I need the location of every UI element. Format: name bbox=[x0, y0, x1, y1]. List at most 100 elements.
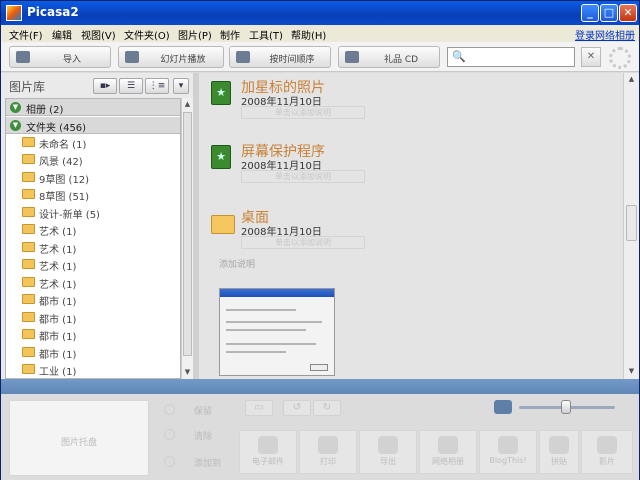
star-album-icon: ★ bbox=[211, 145, 231, 169]
add-description-link[interactable]: 添加说明 bbox=[219, 257, 255, 270]
view-list-button[interactable]: ☰ bbox=[119, 78, 143, 94]
folder-item[interactable]: 都市 (1) bbox=[6, 326, 180, 343]
folder-label: 艺术 (1) bbox=[39, 227, 77, 238]
album-description-field[interactable]: 单击以添加说明 bbox=[241, 170, 365, 183]
library-panel: 图片库 ▪▸ ☰ ⋮≡ ▾ ▼ 相册 (2) ▼ 文件夹 (456) 未命名 (… bbox=[1, 73, 197, 379]
folder-label: 都市 (1) bbox=[39, 350, 77, 361]
menu-folder[interactable]: 文件夹(O) bbox=[124, 27, 170, 42]
folder-item[interactable]: 未命名 (1) bbox=[6, 134, 180, 151]
blogthis-button[interactable]: BlogThis! bbox=[479, 430, 537, 474]
export-button[interactable]: 导出 bbox=[359, 430, 417, 474]
menu-create[interactable]: 制作 bbox=[220, 27, 240, 42]
folder-item[interactable]: 艺术 (1) bbox=[6, 221, 180, 238]
folder-icon bbox=[22, 277, 35, 287]
folder-item[interactable]: 都市 (1) bbox=[6, 309, 180, 326]
movie-icon bbox=[597, 436, 617, 454]
slideshow-button[interactable]: 幻灯片播放 bbox=[118, 46, 224, 68]
add-to-button[interactable]: 添加到 bbox=[156, 452, 230, 472]
search-input[interactable]: 🔍 bbox=[447, 47, 575, 67]
action-label: 拼贴 bbox=[551, 457, 567, 466]
menu-tools[interactable]: 工具(T) bbox=[249, 27, 283, 42]
scroll-down-icon[interactable]: ▼ bbox=[626, 365, 637, 377]
close-button[interactable]: ✕ bbox=[619, 4, 637, 22]
folder-icon bbox=[22, 347, 35, 357]
view-thumbnails-button[interactable]: ▪▸ bbox=[93, 78, 117, 94]
albums-group-label: 相册 (2) bbox=[26, 105, 64, 116]
web-album-button[interactable]: 网络相册 bbox=[419, 430, 477, 474]
bottom-panel: 图片托盘 保留 清除 添加到 ▭ ↺ ↻ 电子邮件 打印 导出 网络相册 Blo… bbox=[1, 394, 639, 480]
folder-item[interactable]: 艺术 (1) bbox=[6, 256, 180, 273]
rotate-left-icon[interactable]: ↺ bbox=[283, 400, 311, 416]
collapse-icon[interactable]: ▼ bbox=[10, 120, 21, 131]
rotate-panel-button[interactable]: ▭ bbox=[245, 400, 273, 416]
folder-item[interactable]: 艺术 (1) bbox=[6, 274, 180, 291]
login-web-albums-link[interactable]: 登录网络相册 bbox=[575, 27, 635, 42]
folder-item[interactable]: 9草图 (12) bbox=[6, 169, 180, 186]
collage-button[interactable]: 拼贴 bbox=[539, 430, 579, 474]
clear-button[interactable]: 清除 bbox=[156, 425, 230, 445]
minimize-button[interactable]: _ bbox=[581, 4, 599, 22]
thumbnail-titlebar bbox=[220, 289, 334, 297]
tray-separator-bar bbox=[1, 379, 639, 394]
gift-cd-button[interactable]: 礼品 CD bbox=[338, 46, 440, 68]
folder-item[interactable]: 8草图 (51) bbox=[6, 186, 180, 203]
folders-group[interactable]: ▼ 文件夹 (456) bbox=[6, 117, 180, 134]
scroll-up-icon[interactable]: ▲ bbox=[626, 73, 637, 85]
movie-button[interactable]: 影片 bbox=[581, 430, 633, 474]
folder-icon bbox=[22, 329, 35, 339]
view-tree-button[interactable]: ⋮≡ bbox=[145, 78, 169, 94]
album-view-scrollbar[interactable]: ▲ ▼ bbox=[623, 73, 639, 379]
timeline-button[interactable]: 按时间顺序 bbox=[229, 46, 331, 68]
title-bar[interactable]: Picasa2 _ □ ✕ bbox=[1, 1, 639, 25]
timeline-label: 按时间顺序 bbox=[269, 55, 315, 65]
print-button[interactable]: 打印 bbox=[299, 430, 357, 474]
window-title: Picasa2 bbox=[27, 5, 79, 19]
picture-tray-label: 图片托盘 bbox=[60, 438, 97, 448]
view-menu-button[interactable]: ▾ bbox=[173, 78, 189, 94]
albums-group[interactable]: ▼ 相册 (2) bbox=[6, 99, 180, 116]
zoom-slider-handle[interactable] bbox=[561, 400, 571, 414]
print-icon bbox=[318, 436, 338, 454]
scrollbar-thumb[interactable] bbox=[183, 112, 192, 356]
collapse-icon[interactable]: ▼ bbox=[10, 102, 21, 113]
search-clear-button[interactable]: ✕ bbox=[581, 47, 601, 67]
import-button[interactable]: 导入 bbox=[9, 46, 111, 68]
folder-item[interactable]: 设计-新单 (5) bbox=[6, 204, 180, 221]
activity-spinner-icon bbox=[609, 47, 631, 69]
scroll-down-icon[interactable]: ▼ bbox=[182, 366, 193, 378]
action-label: BlogThis! bbox=[489, 456, 527, 465]
menu-file[interactable]: 文件(F) bbox=[9, 27, 43, 42]
folder-label: 艺术 (1) bbox=[39, 245, 77, 256]
star-album-icon: ★ bbox=[211, 81, 231, 105]
picture-tray[interactable]: 图片托盘 bbox=[9, 400, 149, 476]
hold-button[interactable]: 保留 bbox=[156, 400, 230, 420]
hold-icon bbox=[164, 404, 175, 415]
rotate-right-icon[interactable]: ↻ bbox=[313, 400, 341, 416]
folder-label: 风景 (42) bbox=[39, 157, 83, 168]
web-album-icon bbox=[438, 436, 458, 454]
picasa-window: Picasa2 _ □ ✕ 文件(F) 编辑 视图(V) 文件夹(O) 图片(P… bbox=[0, 0, 640, 480]
album-description-field[interactable]: 单击以添加说明 bbox=[241, 106, 365, 119]
scrollbar-thumb[interactable] bbox=[626, 205, 637, 241]
email-button[interactable]: 电子邮件 bbox=[239, 430, 297, 474]
scroll-up-icon[interactable]: ▲ bbox=[182, 98, 193, 110]
menu-view[interactable]: 视图(V) bbox=[81, 27, 116, 42]
folder-item[interactable]: 都市 (1) bbox=[6, 291, 180, 308]
folder-icon bbox=[22, 242, 35, 252]
folder-item[interactable]: 艺术 (1) bbox=[6, 239, 180, 256]
blogger-icon bbox=[498, 436, 518, 454]
menu-edit[interactable]: 编辑 bbox=[52, 27, 72, 42]
folder-item[interactable]: 风景 (42) bbox=[6, 151, 180, 168]
album-description-field[interactable]: 单击以添加说明 bbox=[241, 236, 365, 249]
picasa-app-icon bbox=[6, 5, 22, 21]
folder-label: 都市 (1) bbox=[39, 332, 77, 343]
photo-thumbnail[interactable] bbox=[219, 288, 335, 376]
menu-picture[interactable]: 图片(P) bbox=[178, 27, 212, 42]
folder-tree-scrollbar[interactable]: ▲ ▼ bbox=[181, 98, 193, 379]
menu-help[interactable]: 帮助(H) bbox=[291, 27, 326, 42]
add-to-label: 添加到 bbox=[194, 459, 222, 469]
folder-item[interactable]: 都市 (1) bbox=[6, 344, 180, 361]
folder-item[interactable]: 工业 (1) bbox=[6, 361, 180, 378]
maximize-button[interactable]: □ bbox=[600, 4, 618, 22]
add-to-icon bbox=[164, 456, 175, 467]
